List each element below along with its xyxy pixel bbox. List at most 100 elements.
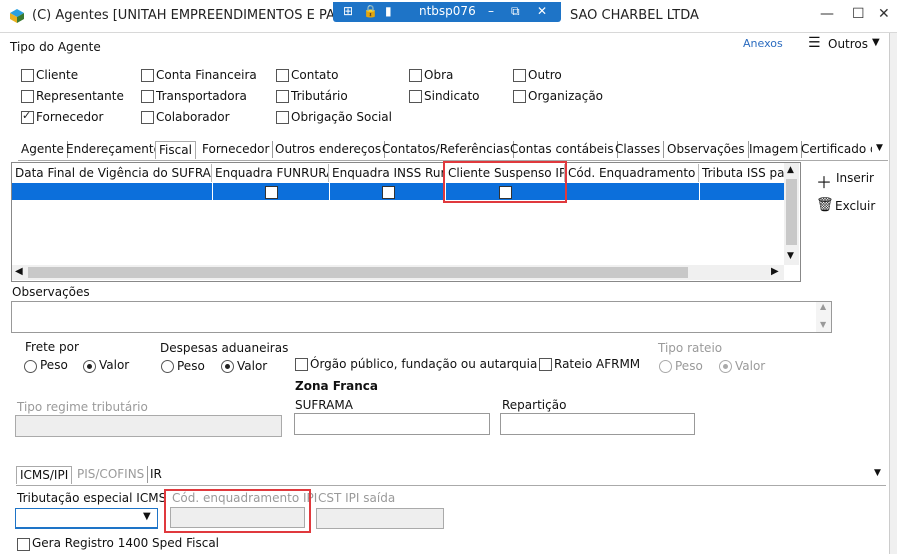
grid-header-cod-enquadramento-ipi[interactable]: Cód. Enquadramento IPI (565, 164, 699, 182)
organizacao-label: Organização (528, 89, 604, 103)
tipo-rateio-peso-radio[interactable] (659, 360, 672, 373)
scroll-left-icon[interactable]: ◀ (15, 266, 23, 277)
conta-financeira-label: Conta Financeira (156, 68, 257, 82)
tab-imagem[interactable]: Imagem (746, 141, 803, 158)
tab-certificado[interactable]: Certificado d (798, 141, 872, 158)
remote-desktop-bar: ⊞ 🔒 ▮ ntbsp076 – ⧉ ✕ (333, 2, 561, 22)
outros-menu[interactable]: Outros (828, 37, 868, 51)
representante-checkbox[interactable] (21, 90, 34, 103)
transportadora-checkbox[interactable] (141, 90, 154, 103)
gera-registro-checkbox[interactable] (17, 538, 30, 551)
cliente-checkbox[interactable] (21, 69, 34, 82)
scroll-down-icon[interactable]: ▼ (820, 320, 826, 329)
cst-ipi-label: CST IPI saída (318, 491, 396, 505)
tab-observacoes[interactable]: Observações (664, 141, 749, 158)
tab-ir[interactable]: IR (147, 466, 165, 483)
scroll-up-icon[interactable]: ▲ (787, 165, 794, 175)
tab-contas-contabeis[interactable]: Contas contábeis (507, 141, 618, 158)
app-icon (10, 9, 24, 23)
obra-checkbox[interactable] (409, 69, 422, 82)
observacoes-scrollbar[interactable]: ▲ ▼ (816, 302, 831, 332)
orgao-publico-checkbox[interactable] (295, 358, 308, 371)
tipo-rateio-peso-label: Peso (675, 359, 703, 373)
frete-label: Frete por (25, 340, 79, 354)
outro-checkbox[interactable] (513, 69, 526, 82)
grid-header-data-suframa[interactable]: Data Final de Vigência do SUFRAMA (12, 164, 212, 182)
fornecedor-checkbox[interactable] (21, 109, 34, 124)
pin-icon[interactable]: ⊞ (343, 4, 353, 18)
frete-peso-radio[interactable] (24, 360, 37, 373)
obrigacao-social-checkbox[interactable] (276, 111, 289, 124)
despesas-peso-radio[interactable] (161, 360, 174, 373)
tab-scroll-down-icon[interactable]: ▼ (876, 143, 883, 153)
chevron-down-icon[interactable]: ▼ (872, 37, 880, 48)
tipo-rateio-label: Tipo rateio (658, 341, 723, 355)
window-title-suffix: SAO CHARBEL LTDA (570, 8, 699, 23)
grid-header-enquadra-inss-rural[interactable]: Enquadra INSS Rural (329, 164, 445, 182)
minimize-icon[interactable]: — (820, 6, 834, 22)
grid-header-tributa-iss[interactable]: Tributa ISS par (699, 164, 784, 182)
grid-vertical-scrollbar[interactable]: ▲ ▼ (784, 163, 799, 265)
suframa-input[interactable] (294, 413, 490, 435)
tributario-checkbox[interactable] (276, 90, 289, 103)
tipo-rateio-valor-radio[interactable] (719, 360, 732, 373)
obrigacao-social-label: Obrigação Social (291, 110, 392, 124)
sindicato-checkbox[interactable] (409, 90, 422, 103)
colaborador-checkbox[interactable] (141, 111, 154, 124)
bottom-tab-scroll-icon[interactable]: ▼ (874, 468, 881, 478)
tab-classes[interactable]: Classes (612, 141, 665, 158)
frete-valor-radio[interactable] (83, 360, 96, 373)
window-scrollbar[interactable] (889, 33, 897, 554)
scroll-thumb[interactable] (786, 179, 797, 245)
contato-checkbox[interactable] (276, 69, 289, 82)
trash-icon[interactable]: 🗑 (816, 197, 834, 213)
tab-pis-cofins[interactable]: PIS/COFINS (74, 466, 149, 483)
scroll-down-icon[interactable]: ▼ (787, 251, 794, 261)
tab-enderecamento[interactable]: Endereçamento (63, 141, 165, 158)
scroll-thumb[interactable] (28, 267, 688, 278)
tab-contatos-referencias[interactable]: Contatos/Referências (379, 141, 514, 158)
rdp-restore-icon[interactable]: ⧉ (511, 4, 520, 19)
plus-icon[interactable]: ＋ (816, 169, 832, 193)
suframa-label: SUFRAMA (295, 398, 353, 412)
tab-fornecedor[interactable]: Fornecedor (199, 141, 274, 158)
tributacao-select[interactable]: ▼ (15, 508, 158, 529)
remote-host-name: ntbsp076 (419, 4, 476, 18)
close-icon[interactable]: ✕ (878, 6, 890, 22)
chevron-down-icon[interactable]: ▼ (143, 511, 151, 522)
scroll-up-icon[interactable]: ▲ (820, 302, 826, 311)
rdp-minimize-icon[interactable]: – (488, 4, 494, 18)
contato-label: Contato (291, 68, 339, 82)
inserir-button[interactable]: Inserir (836, 171, 874, 185)
sindicato-label: Sindicato (424, 89, 480, 103)
despesas-valor-radio[interactable] (221, 360, 234, 373)
tab-icms-ipi[interactable]: ICMS/IPI (16, 466, 73, 484)
despesas-label: Despesas aduaneiras (160, 341, 289, 355)
grid-header-enquadra-funrural[interactable]: Enquadra FUNRURAL (212, 164, 329, 182)
transportadora-label: Transportadora (156, 89, 247, 103)
enquadra-inss-rural-cell-checkbox[interactable] (382, 186, 395, 199)
highlight-cod-enq-ipi (164, 489, 311, 533)
scroll-right-icon[interactable]: ▶ (771, 266, 779, 277)
grid-horizontal-scrollbar[interactable]: ◀ ▶ (12, 265, 784, 280)
table-row[interactable] (12, 183, 784, 200)
tab-outros-enderecos[interactable]: Outros endereços (272, 141, 386, 158)
tipo-regime-input[interactable] (15, 415, 282, 437)
excluir-button[interactable]: Excluir (835, 199, 875, 213)
reparticao-input[interactable] (500, 413, 695, 435)
maximize-icon[interactable]: ☐ (852, 6, 865, 22)
lock-icon: 🔒 (363, 4, 378, 18)
enquadra-funrural-cell-checkbox[interactable] (265, 186, 278, 199)
tab-fiscal[interactable]: Fiscal (155, 141, 196, 159)
observacoes-field[interactable]: ▲ ▼ (11, 301, 832, 333)
anexos-link[interactable]: Anexos (743, 37, 783, 50)
frete-peso-label: Peso (40, 358, 68, 372)
signal-icon: ▮ (385, 4, 392, 18)
organizacao-checkbox[interactable] (513, 90, 526, 103)
rdp-close-icon[interactable]: ✕ (537, 4, 547, 18)
conta-financeira-checkbox[interactable] (141, 69, 154, 82)
bottom-tab-bar: ICMS/IPI PIS/COFINS IR ▼ (16, 466, 886, 486)
cst-ipi-input[interactable] (316, 508, 444, 529)
tab-agente[interactable]: Agente (18, 141, 68, 158)
rateio-afrmm-checkbox[interactable] (539, 358, 552, 371)
